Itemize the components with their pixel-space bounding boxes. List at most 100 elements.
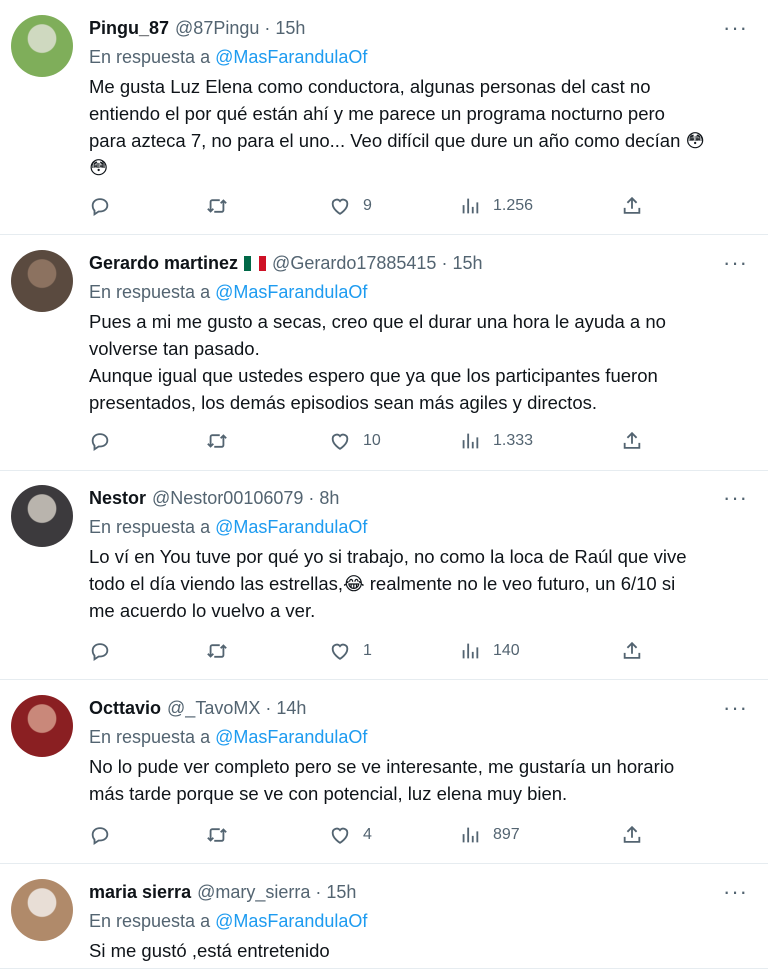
share-button[interactable] — [621, 426, 643, 456]
tweet-text-line: volverse tan pasado. — [89, 338, 260, 359]
separator-dot: · — [264, 17, 271, 38]
more-options-icon[interactable]: ··· — [723, 881, 748, 903]
views-chart-icon — [459, 195, 481, 217]
like-button[interactable]: 4 — [329, 820, 372, 850]
more-options-icon[interactable]: ··· — [723, 17, 748, 39]
reply-button[interactable] — [89, 820, 123, 850]
share-icon — [621, 195, 643, 217]
heart-icon — [329, 430, 351, 452]
user-handle[interactable]: @Gerardo17885415 — [272, 253, 436, 274]
timestamp[interactable]: 8h — [319, 488, 339, 509]
tweet-text-line: Si me gustó ,está entretenido — [89, 940, 330, 961]
separator-dot: · — [441, 252, 448, 273]
retweet-icon — [206, 640, 228, 662]
views-count: 1.256 — [493, 197, 534, 214]
tweet[interactable]: maria sierra @mary_sierra · 15h ··· En respue… — [0, 864, 768, 969]
views-chart-icon — [459, 430, 481, 452]
timestamp[interactable]: 15h — [275, 18, 305, 39]
tweet-text-line: Pues a mi me gusto a secas, creo que el … — [89, 311, 666, 332]
views-chart-icon — [459, 640, 481, 662]
tweet-text: Me gusta Luz Elena como conductora, algu… — [89, 73, 748, 181]
display-name[interactable]: Gerardo martinez — [89, 253, 238, 274]
tweet-text: Si me gustó ,está entretenido — [89, 937, 748, 964]
retweet-icon — [206, 195, 228, 217]
retweet-button[interactable] — [206, 426, 240, 456]
share-button[interactable] — [621, 191, 643, 221]
tweet-header: maria sierra @mary_sierra · 15h — [89, 879, 748, 905]
separator-dot: · — [308, 487, 315, 508]
retweet-button[interactable] — [206, 820, 240, 850]
replying-to: En respuesta a @MasFarandulaOf — [89, 43, 748, 71]
reply-icon — [89, 195, 111, 217]
display-name[interactable]: maria sierra — [89, 882, 191, 903]
mention-link[interactable]: @MasFarandulaOf — [215, 727, 367, 747]
share-icon — [621, 824, 643, 846]
tweet-actions: 9 1.256 — [89, 191, 748, 221]
replying-to: En respuesta a @MasFarandulaOf — [89, 513, 748, 541]
tweet-text-line: Me gusta Luz Elena como conductora, algu… — [89, 76, 651, 97]
tweet-header: Pingu_87 @87Pingu · 15h — [89, 15, 748, 41]
tweet-actions: 4 897 — [89, 820, 748, 850]
tweet-text-line: Lo ví en You tuve por qué yo si trabajo,… — [89, 546, 687, 567]
mention-link[interactable]: @MasFarandulaOf — [215, 911, 367, 931]
views-button[interactable]: 140 — [459, 636, 520, 666]
more-options-icon[interactable]: ··· — [723, 487, 748, 509]
views-button[interactable]: 1.333 — [459, 426, 533, 456]
reply-button[interactable] — [89, 191, 123, 221]
avatar[interactable] — [11, 485, 73, 547]
avatar[interactable] — [11, 15, 73, 77]
reply-button[interactable] — [89, 426, 123, 456]
reply-icon — [89, 430, 111, 452]
retweet-button[interactable] — [206, 191, 240, 221]
likes-count: 9 — [363, 197, 372, 214]
views-chart-icon — [459, 824, 481, 846]
tweet[interactable]: Pingu_87 @87Pingu · 15h ··· En respuesta a @M… — [0, 0, 768, 235]
tweet-header: Nestor @Nestor00106079 · 8h — [89, 485, 748, 511]
mention-link[interactable]: @MasFarandulaOf — [215, 282, 367, 302]
more-options-icon[interactable]: ··· — [723, 252, 748, 274]
more-options-icon[interactable]: ··· — [723, 697, 748, 719]
views-button[interactable]: 897 — [459, 820, 520, 850]
like-button[interactable]: 9 — [329, 191, 372, 221]
user-handle[interactable]: @87Pingu — [175, 18, 259, 39]
tweet-text-line: entiendo el por qué están ahí y me parec… — [89, 103, 665, 124]
display-name[interactable]: Nestor — [89, 488, 146, 509]
tweet-header: Gerardo martinez @Gerardo17885415 · 15h — [89, 250, 748, 276]
user-handle[interactable]: @Nestor00106079 — [152, 488, 303, 509]
replying-to-label: En respuesta a — [89, 282, 211, 302]
views-count: 140 — [493, 642, 520, 659]
user-handle[interactable]: @_TavoMX — [167, 698, 260, 719]
likes-count: 4 — [363, 826, 372, 843]
display-name[interactable]: Octtavio — [89, 698, 161, 719]
tweet[interactable]: Gerardo martinez @Gerardo17885415 · 15h ··· E… — [0, 235, 768, 471]
mention-link[interactable]: @MasFarandulaOf — [215, 47, 367, 67]
share-icon — [621, 430, 643, 452]
heart-icon — [329, 824, 351, 846]
reply-button[interactable] — [89, 636, 123, 666]
timestamp[interactable]: 15h — [326, 882, 356, 903]
retweet-button[interactable] — [206, 636, 240, 666]
likes-count: 1 — [363, 642, 372, 659]
timestamp[interactable]: 14h — [276, 698, 306, 719]
timestamp[interactable]: 15h — [452, 253, 482, 274]
views-count: 1.333 — [493, 432, 534, 449]
retweet-icon — [206, 430, 228, 452]
like-button[interactable]: 1 — [329, 636, 372, 666]
tweet[interactable]: Octtavio @_TavoMX · 14h ··· En respuesta a @M… — [0, 680, 768, 864]
display-name[interactable]: Pingu_87 — [89, 18, 169, 39]
share-button[interactable] — [621, 820, 643, 850]
tweet[interactable]: Nestor @Nestor00106079 · 8h ··· En respuesta … — [0, 471, 768, 680]
tweet-text: Pues a mi me gusto a secas, creo que el … — [89, 308, 748, 416]
user-handle[interactable]: @mary_sierra — [197, 882, 310, 903]
likes-count: 10 — [363, 432, 381, 449]
share-button[interactable] — [621, 636, 643, 666]
mention-link[interactable]: @MasFarandulaOf — [215, 517, 367, 537]
views-button[interactable]: 1.256 — [459, 191, 533, 221]
mexico-flag-icon — [244, 255, 267, 271]
avatar[interactable] — [11, 695, 73, 757]
avatar[interactable] — [11, 250, 73, 312]
avatar[interactable] — [11, 879, 73, 941]
replying-to-label: En respuesta a — [89, 727, 211, 747]
replying-to: En respuesta a @MasFarandulaOf — [89, 723, 748, 751]
like-button[interactable]: 10 — [329, 426, 381, 456]
